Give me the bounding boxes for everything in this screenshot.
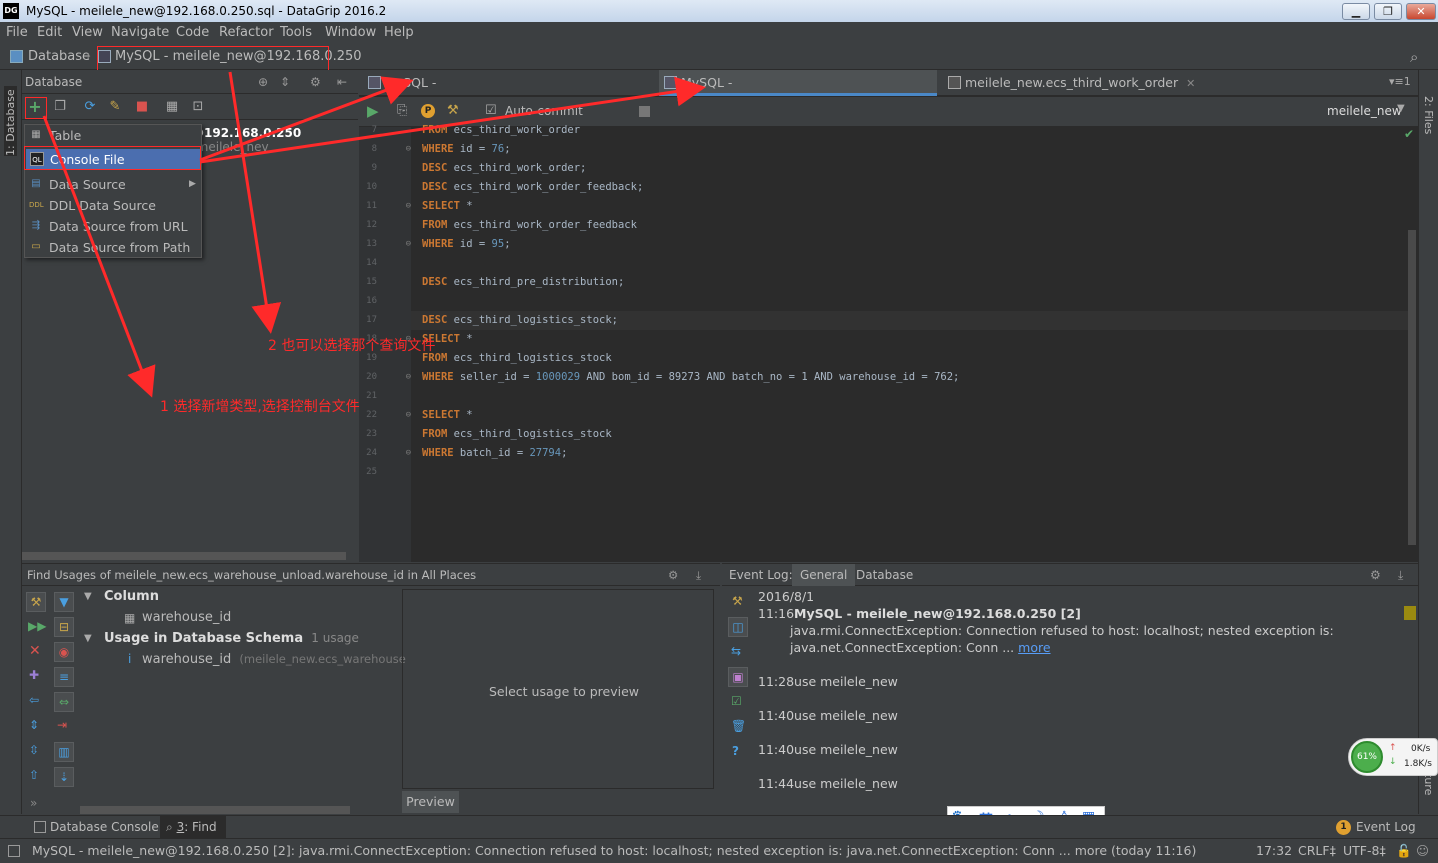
arrow-to-note-1 — [42, 115, 156, 398]
arrow-to-note-2 — [228, 71, 282, 334]
arrow-to-tab-2 — [199, 76, 706, 164]
arrow-to-tab-1 — [199, 76, 414, 162]
annotation-note-1: 1 选择新增类型,选择控制台文件 — [160, 399, 360, 415]
annotation-arrows — [42, 71, 706, 398]
annotation-note-2: 2 也可以选择那个查询文件 — [268, 338, 436, 354]
